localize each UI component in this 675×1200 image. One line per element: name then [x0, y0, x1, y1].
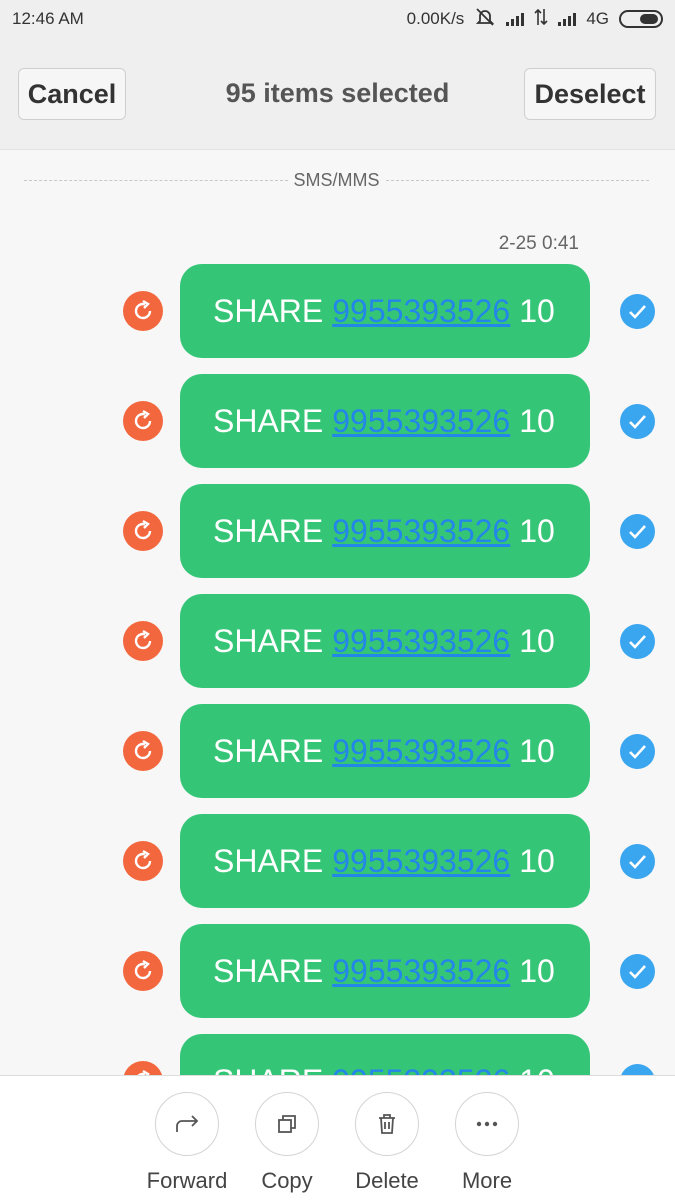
- divider-line: [24, 179, 288, 181]
- mute-icon: [474, 7, 496, 32]
- delete-icon[interactable]: [355, 1092, 419, 1156]
- phone-link[interactable]: 9955393526: [332, 513, 510, 550]
- status-time: 12:46 AM: [12, 9, 84, 28]
- message-prefix: SHARE: [213, 402, 324, 439]
- phone-link[interactable]: 9955393526: [332, 733, 510, 770]
- message-suffix: 10: [519, 952, 555, 989]
- phone-link[interactable]: 9955393526: [332, 953, 510, 990]
- copy-icon[interactable]: [255, 1092, 319, 1156]
- divider-line: [385, 179, 650, 181]
- message-suffix: 10: [519, 292, 555, 329]
- bottom-toolbar: Forward Copy Delete More: [0, 1075, 675, 1200]
- message-suffix: 10: [519, 402, 555, 439]
- signal-icon: [558, 12, 577, 26]
- forward-label: Forward: [146, 1168, 228, 1193]
- phone-link[interactable]: 9955393526: [332, 623, 510, 660]
- resend-icon[interactable]: [123, 621, 163, 661]
- message-timestamp: 2-25 0:41: [498, 233, 579, 254]
- phone-link[interactable]: 9955393526: [332, 403, 510, 440]
- message-row[interactable]: SHARE 9955393526 10: [0, 484, 675, 594]
- section-label: SMS/MMS: [293, 169, 380, 190]
- resend-icon[interactable]: [123, 401, 163, 441]
- phone-link[interactable]: 9955393526: [332, 293, 510, 330]
- phone-link[interactable]: 9955393526: [332, 843, 510, 880]
- status-icons: 0.00K/s 4G: [407, 7, 663, 32]
- selection-header: Cancel 95 items selected Deselect: [0, 38, 675, 150]
- deselect-button[interactable]: Deselect: [524, 68, 656, 120]
- message-row[interactable]: SHARE 9955393526 10: [0, 814, 675, 924]
- message-row[interactable]: SHARE 9955393526 10: [0, 264, 675, 374]
- message-bubble[interactable]: SHARE 9955393526 10: [180, 814, 590, 908]
- delete-label: Delete: [355, 1168, 419, 1193]
- resend-icon[interactable]: [123, 731, 163, 771]
- message-suffix: 10: [519, 622, 555, 659]
- message-bubble[interactable]: SHARE 9955393526 10: [180, 924, 590, 1018]
- section-divider: SMS/MMS: [24, 168, 650, 192]
- message-suffix: 10: [519, 512, 555, 549]
- message-bubble[interactable]: SHARE 9955393526 10: [180, 594, 590, 688]
- message-prefix: SHARE: [213, 952, 324, 989]
- more-label: More: [461, 1168, 513, 1193]
- check-icon[interactable]: [620, 624, 655, 659]
- message-suffix: 10: [519, 732, 555, 769]
- copy-button[interactable]: Copy: [242, 1092, 332, 1194]
- message-row[interactable]: SHARE 9955393526 10: [0, 594, 675, 704]
- resend-icon[interactable]: [123, 291, 163, 331]
- network-type: 4G: [586, 9, 609, 28]
- resend-icon[interactable]: [123, 511, 163, 551]
- net-speed: 0.00K/s: [406, 9, 465, 28]
- message-prefix: SHARE: [213, 512, 324, 549]
- battery-icon: [619, 10, 663, 28]
- message-prefix: SHARE: [213, 622, 324, 659]
- check-icon[interactable]: [620, 294, 655, 329]
- resend-icon[interactable]: [123, 951, 163, 991]
- resend-icon[interactable]: [123, 841, 163, 881]
- message-row[interactable]: SHARE 9955393526 10: [0, 924, 675, 1034]
- delete-button[interactable]: Delete: [342, 1092, 432, 1194]
- signal-icon: [506, 12, 525, 26]
- message-row[interactable]: SHARE 9955393526 10: [0, 374, 675, 484]
- data-arrows-icon: [534, 8, 548, 31]
- status-bar: 12:46 AM 0.00K/s 4G: [0, 0, 675, 38]
- more-button[interactable]: More: [442, 1092, 532, 1194]
- message-prefix: SHARE: [213, 732, 324, 769]
- forward-icon[interactable]: [155, 1092, 219, 1156]
- check-icon[interactable]: [620, 514, 655, 549]
- more-icon[interactable]: [455, 1092, 519, 1156]
- message-prefix: SHARE: [213, 292, 324, 329]
- copy-label: Copy: [261, 1168, 313, 1193]
- message-bubble[interactable]: SHARE 9955393526 10: [180, 374, 590, 468]
- message-prefix: SHARE: [213, 842, 324, 879]
- check-icon[interactable]: [620, 844, 655, 879]
- message-list[interactable]: SHARE 9955393526 10 SHARE 9955393526 10 …: [0, 264, 675, 1144]
- message-bubble[interactable]: SHARE 9955393526 10: [180, 264, 590, 358]
- message-bubble[interactable]: SHARE 9955393526 10: [180, 704, 590, 798]
- message-suffix: 10: [519, 842, 555, 879]
- message-row[interactable]: SHARE 9955393526 10: [0, 704, 675, 814]
- check-icon[interactable]: [620, 734, 655, 769]
- forward-button[interactable]: Forward: [142, 1092, 232, 1194]
- message-bubble[interactable]: SHARE 9955393526 10: [180, 484, 590, 578]
- check-icon[interactable]: [620, 954, 655, 989]
- check-icon[interactable]: [620, 404, 655, 439]
